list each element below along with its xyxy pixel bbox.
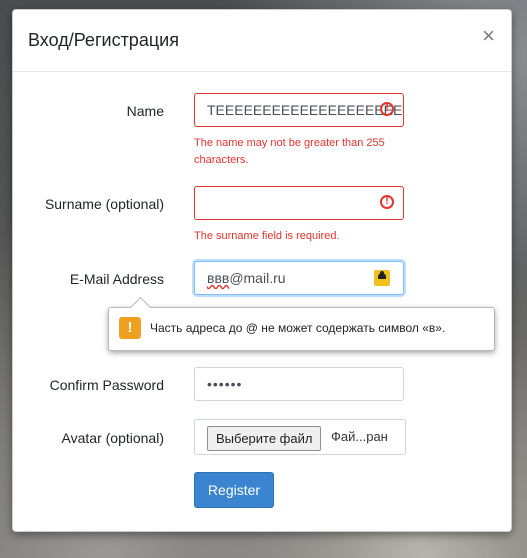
- error-circle-icon: !: [380, 195, 394, 209]
- validation-message: Часть адреса до @ не может содержать сим…: [150, 321, 446, 335]
- email-misspelled-part: ввв: [207, 270, 230, 286]
- registration-modal: Вход/Регистрация × Name TEEEEEEEEEEEEEEE…: [12, 9, 512, 532]
- contact-card-icon[interactable]: [374, 270, 390, 286]
- name-input[interactable]: TEEEEEEEEEEEEEEEEEEEEEEEEEEEEEEEE !: [194, 93, 404, 127]
- file-name-text: Фай...ран: [331, 429, 388, 444]
- name-label: Name: [126, 103, 164, 119]
- surname-input[interactable]: !: [194, 186, 404, 220]
- choose-file-button[interactable]: Выберите файл: [207, 426, 322, 451]
- email-domain-part: @mail.ru: [229, 270, 286, 286]
- avatar-file-input[interactable]: Выберите файл Фай...ран: [194, 419, 406, 455]
- register-button[interactable]: Register: [194, 472, 274, 508]
- confirm-password-value: ••••••: [207, 376, 243, 392]
- avatar-label: Avatar (optional): [61, 430, 164, 446]
- surname-label: Surname (optional): [44, 196, 164, 212]
- email-input[interactable]: ввв@mail.ru: [194, 261, 404, 295]
- error-circle-icon: !: [380, 102, 394, 116]
- name-error: The name may not be greater than 255 cha…: [194, 137, 385, 166]
- name-input-value: TEEEEEEEEEEEEEEEEEEEEEEEEEEEEEEEE: [207, 102, 403, 118]
- close-button[interactable]: ×: [482, 25, 495, 47]
- modal-title: Вход/Регистрация: [28, 30, 179, 50]
- warning-icon: !: [119, 317, 141, 339]
- confirm-password-input[interactable]: ••••••: [194, 367, 404, 401]
- surname-error: The surname field is required.: [194, 230, 340, 242]
- modal-header: Вход/Регистрация ×: [13, 10, 511, 72]
- validation-tooltip: ! Часть адреса до @ не может содержать с…: [108, 307, 495, 351]
- email-label: E-Mail Address: [69, 271, 164, 287]
- confirm-password-label: Confirm Password: [49, 377, 164, 393]
